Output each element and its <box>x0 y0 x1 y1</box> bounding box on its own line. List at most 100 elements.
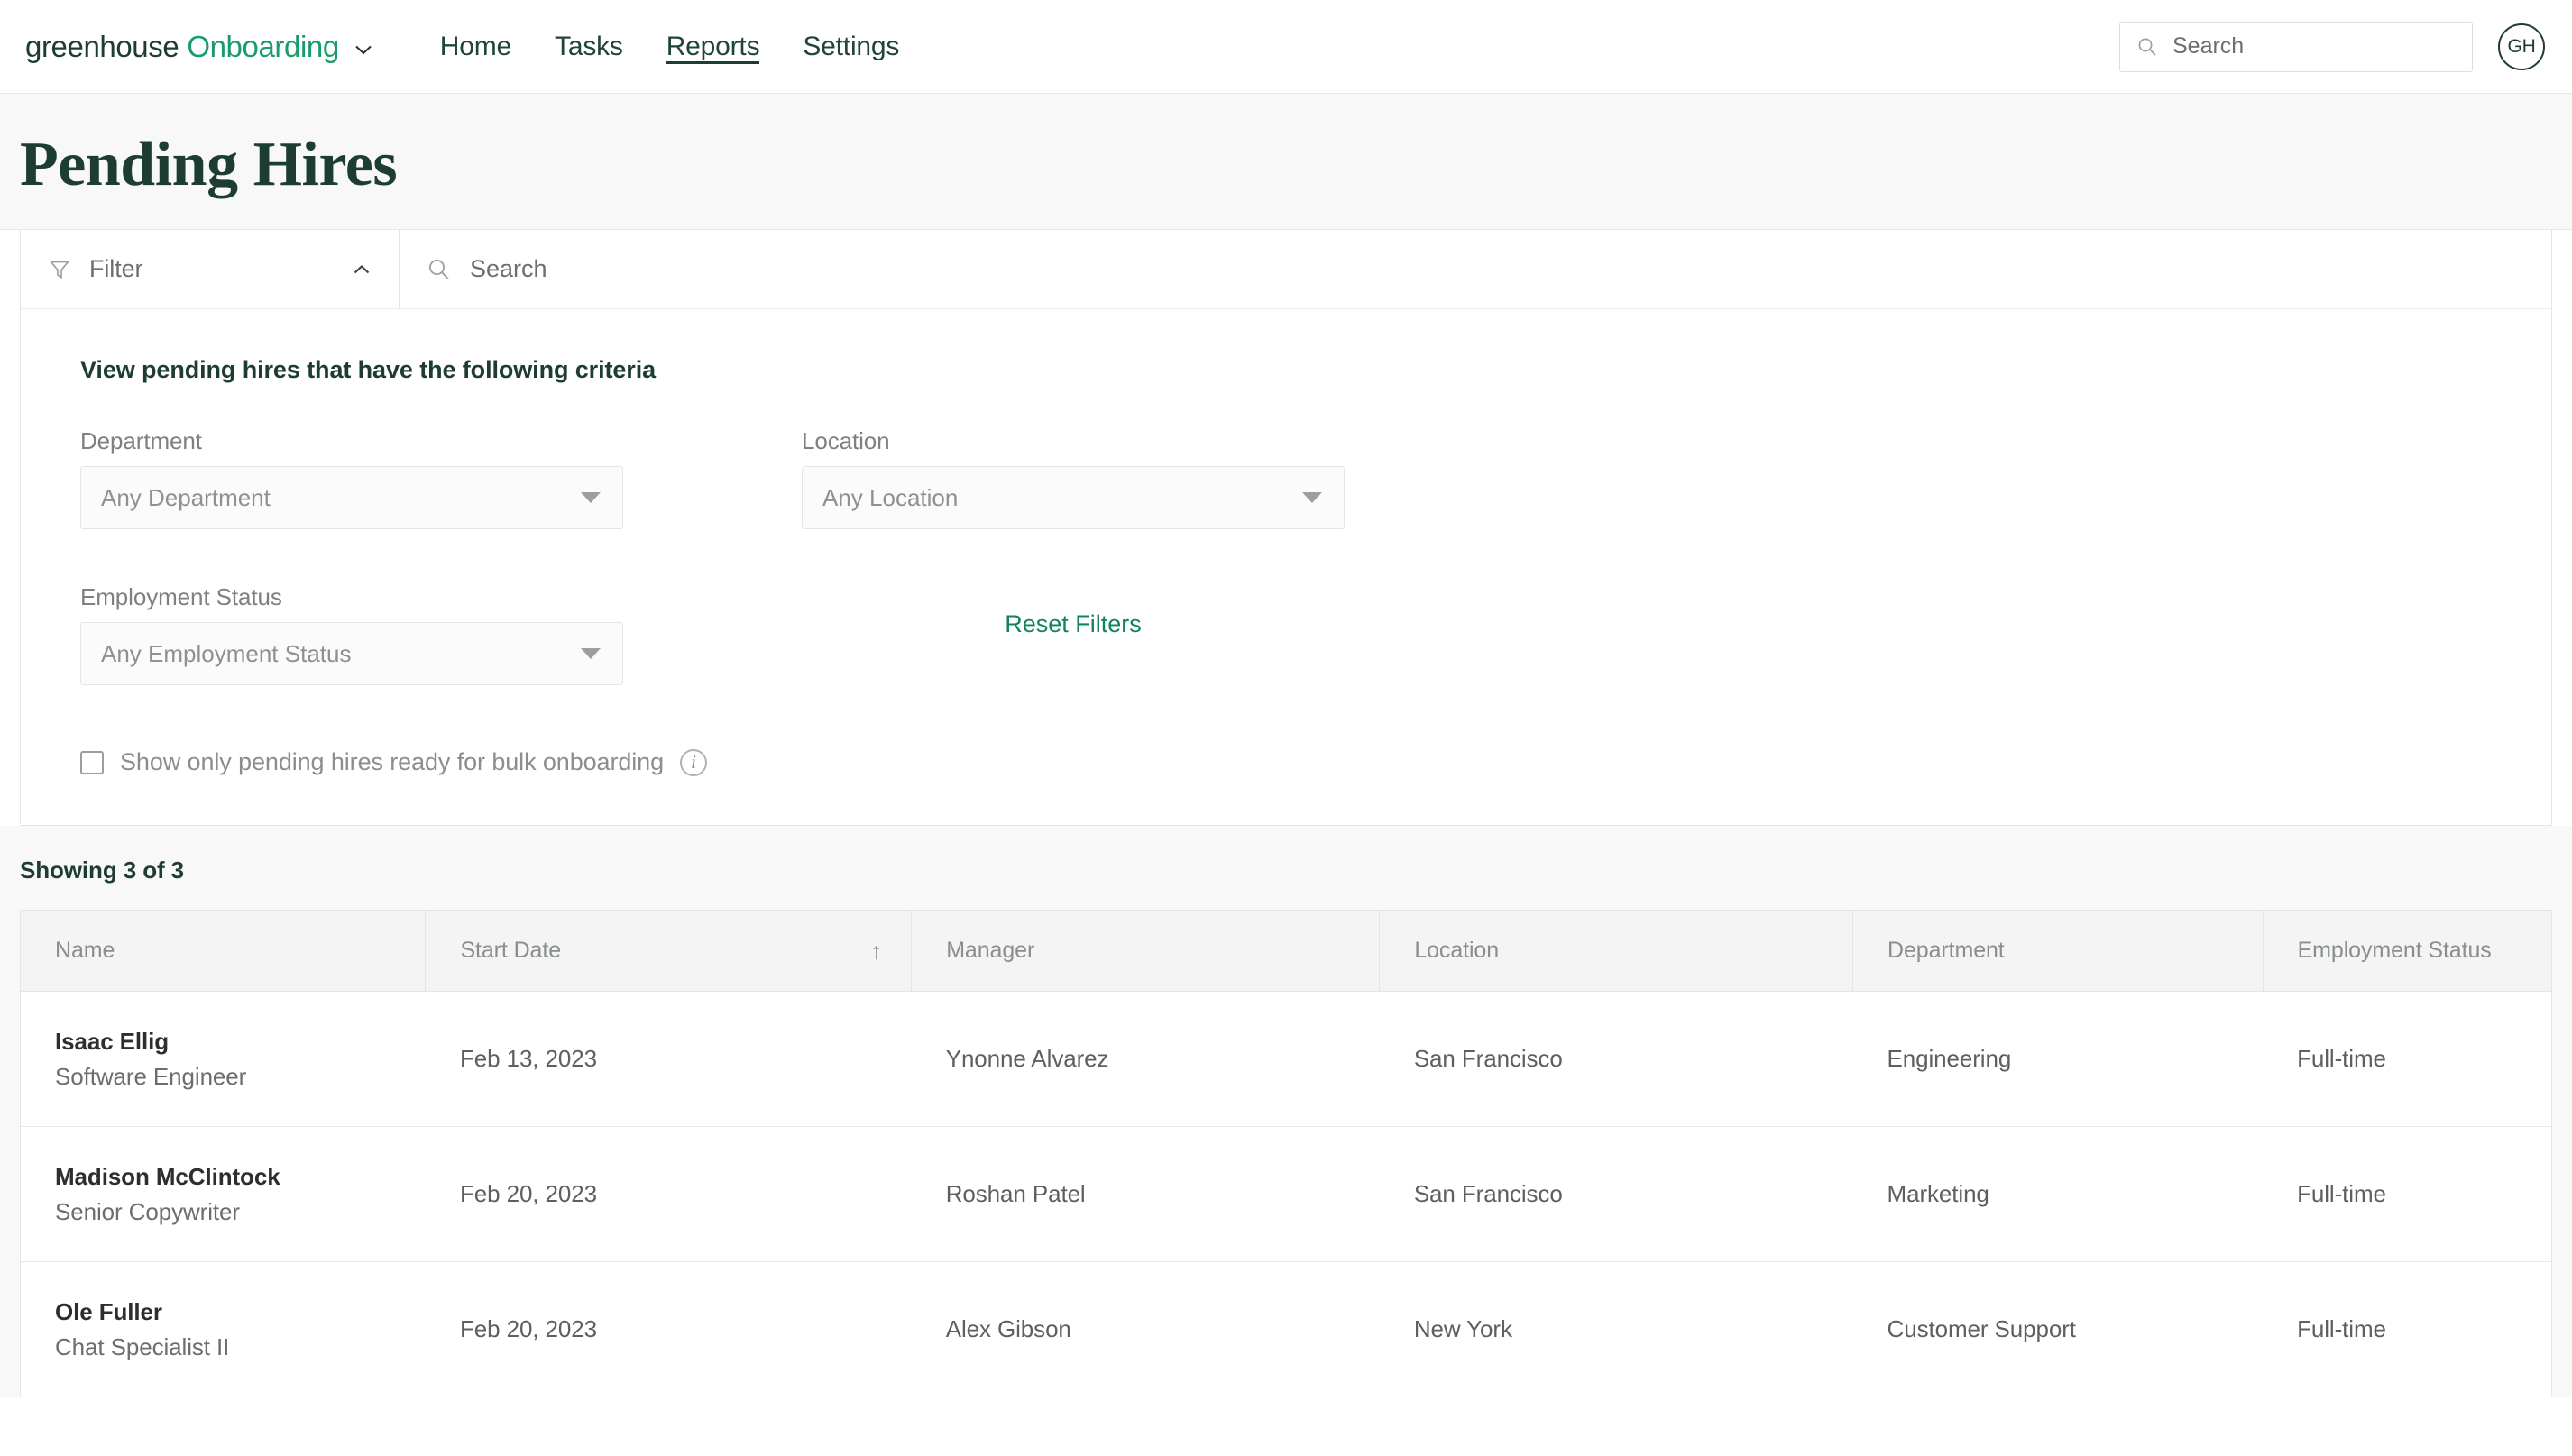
brand-accent-text: Onboarding <box>187 29 339 63</box>
cell-manager: Roshan Patel <box>911 1126 1380 1262</box>
sort-ascending-icon: ↑ <box>870 937 883 964</box>
filter-panel: Filter Search View pending hires that ha… <box>20 230 2552 826</box>
cell-location: San Francisco <box>1379 1126 1853 1262</box>
nav-link-reports[interactable]: Reports <box>645 0 782 93</box>
table-body: Isaac Ellig Software Engineer Feb 13, 20… <box>21 991 2551 1397</box>
cell-start-date: Feb 20, 2023 <box>425 1126 912 1262</box>
cell-department: Customer Support <box>1887 1315 2076 1343</box>
employment-status-label: Employment Status <box>80 583 282 610</box>
filter-search-placeholder: Search <box>470 255 547 282</box>
cell-start-date: Feb 20, 2023 <box>459 1315 597 1343</box>
brand-wordmark: greenhouse Onboarding <box>25 30 339 64</box>
primary-nav-links: Home Tasks Reports Settings <box>418 0 921 93</box>
nav-link-tasks[interactable]: Tasks <box>533 0 645 93</box>
table-header-row: Name Start Date ↑ Manager Location Depar… <box>21 911 2551 992</box>
page-title: Pending Hires <box>20 130 398 199</box>
nav-link-home[interactable]: Home <box>418 0 533 93</box>
chevron-down-icon[interactable] <box>352 38 375 61</box>
chevron-down-icon <box>581 648 601 659</box>
search-icon <box>2136 36 2158 58</box>
employment-status-field: Employment Status Any Employment Status <box>80 583 623 685</box>
column-header-location[interactable]: Location <box>1379 911 1854 992</box>
cell-department: Marketing <box>1852 1126 2264 1262</box>
table-row[interactable]: Ole Fuller Chat Specialist II Feb 20, 20… <box>21 1262 2551 1397</box>
reset-filters-link[interactable]: Reset Filters <box>1005 583 1142 638</box>
results-count: Showing 3 of 3 <box>20 856 185 884</box>
column-header-manager-label: Manager <box>946 938 1035 963</box>
bulk-onboarding-checkbox-row: Show only pending hires ready for bulk o… <box>80 748 2551 776</box>
employment-status-select-value: Any Employment Status <box>101 639 352 667</box>
nav-right-cluster: Search GH <box>2119 21 2545 72</box>
hire-role: Software Engineer <box>55 1062 247 1090</box>
cell-employment-status: Full-time <box>2297 1315 2386 1343</box>
hire-role: Chat Specialist II <box>55 1332 230 1360</box>
cell-name: Isaac Ellig Software Engineer <box>21 991 426 1127</box>
column-header-department-label: Department <box>1888 938 2005 963</box>
info-circle-icon[interactable]: i <box>680 748 707 776</box>
column-header-start-date-label: Start Date <box>460 938 562 963</box>
criteria-title: View pending hires that have the followi… <box>80 356 657 383</box>
global-search-placeholder: Search <box>2172 33 2245 59</box>
column-header-location-label: Location <box>1414 938 1500 963</box>
hire-name[interactable]: Isaac Ellig <box>55 1028 426 1056</box>
column-header-department[interactable]: Department <box>1852 911 2264 992</box>
chevron-down-icon <box>1302 492 1322 503</box>
avatar[interactable]: GH <box>2498 23 2545 70</box>
cell-employment-status: Full-time <box>2263 1126 2551 1262</box>
cell-start-date: Feb 13, 2023 <box>425 991 912 1127</box>
department-label: Department <box>80 427 202 454</box>
cell-name: Madison McClintock Senior Copywriter <box>21 1126 426 1262</box>
global-search-input[interactable]: Search <box>2119 21 2473 72</box>
table-header: Name Start Date ↑ Manager Location Depar… <box>21 911 2551 992</box>
column-header-manager[interactable]: Manager <box>911 911 1381 992</box>
filter-funnel-icon <box>48 258 71 281</box>
department-field: Department Any Department <box>80 427 623 529</box>
column-header-employment-status[interactable]: Employment Status <box>2263 911 2551 992</box>
field-row-spacer <box>80 529 2551 583</box>
cell-location: San Francisco <box>1379 991 1853 1127</box>
brand-logo[interactable]: greenhouse Onboarding <box>25 30 375 64</box>
column-header-name-label: Name <box>55 938 115 963</box>
hire-name[interactable]: Madison McClintock <box>55 1163 426 1191</box>
filter-toggle-button[interactable]: Filter <box>21 230 400 308</box>
bulk-onboarding-label: Show only pending hires ready for bulk o… <box>120 748 664 775</box>
location-label: Location <box>802 427 890 454</box>
filter-toggle-label: Filter <box>89 255 143 282</box>
department-select[interactable]: Any Department <box>80 466 623 529</box>
cell-employment-status: Full-time <box>2263 991 2551 1127</box>
chevron-down-icon <box>581 492 601 503</box>
location-field: Location Any Location <box>802 427 1345 529</box>
cell-manager: Alex Gibson <box>945 1315 1071 1343</box>
column-header-start-date[interactable]: Start Date ↑ <box>425 911 913 992</box>
page-header: Pending Hires <box>0 94 2572 230</box>
filter-bar: Filter Search <box>21 230 2551 309</box>
column-header-employment-status-label: Employment Status <box>2297 938 2492 963</box>
hire-name[interactable]: Ole Fuller <box>55 1298 426 1326</box>
filter-search-input[interactable]: Search <box>400 230 2551 308</box>
search-icon <box>427 257 452 282</box>
nav-link-settings[interactable]: Settings <box>781 0 921 93</box>
pending-hires-table-container: Name Start Date ↑ Manager Location Depar… <box>20 910 2552 1397</box>
bulk-onboarding-checkbox[interactable] <box>80 750 104 774</box>
chevron-up-icon <box>350 258 373 281</box>
hire-role: Senior Copywriter <box>55 1197 240 1225</box>
employment-status-select[interactable]: Any Employment Status <box>80 622 623 685</box>
location-select-value: Any Location <box>822 483 959 511</box>
column-header-name[interactable]: Name <box>21 911 427 992</box>
cell-manager: Ynonne Alvarez <box>911 991 1380 1127</box>
filter-body: View pending hires that have the followi… <box>21 309 2551 825</box>
top-navigation-bar: greenhouse Onboarding Home Tasks Reports… <box>0 0 2572 94</box>
filter-field-row-1: Department Any Department Location Any L… <box>80 427 2551 529</box>
pending-hires-table: Name Start Date ↑ Manager Location Depar… <box>21 911 2551 1397</box>
cell-department: Engineering <box>1852 991 2264 1127</box>
reset-filters-column: Reset Filters <box>802 583 1345 638</box>
brand-primary-text: greenhouse <box>25 29 179 63</box>
cell-location: New York <box>1413 1315 1512 1343</box>
location-select[interactable]: Any Location <box>802 466 1345 529</box>
results-section: Showing 3 of 3 Name Start Date ↑ Manager… <box>0 826 2572 1397</box>
table-row[interactable]: Madison McClintock Senior Copywriter Feb… <box>21 1126 2551 1262</box>
department-select-value: Any Department <box>101 483 271 511</box>
cell-name: Ole Fuller Chat Specialist II <box>21 1262 426 1397</box>
table-row[interactable]: Isaac Ellig Software Engineer Feb 13, 20… <box>21 991 2551 1127</box>
filter-field-row-2: Employment Status Any Employment Status … <box>80 583 2551 685</box>
